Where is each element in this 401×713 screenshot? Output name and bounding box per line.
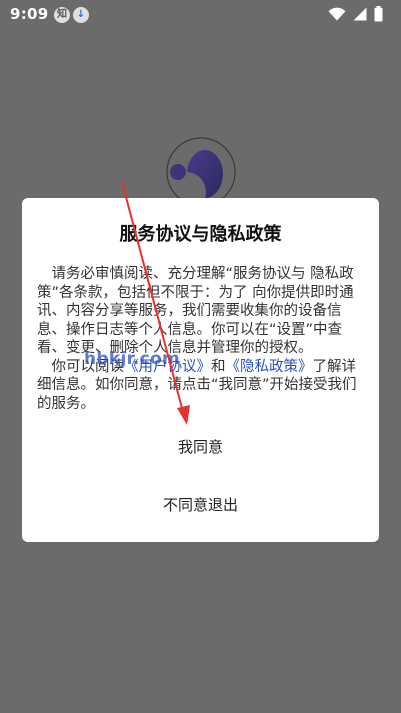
dialog-title: 服务协议与隐私政策 [119, 224, 282, 245]
para2-text-and: 和 [211, 358, 226, 375]
download-notification-icon: ↓ [73, 7, 89, 23]
cellular-signal-icon [353, 7, 367, 21]
disagree-exit-button[interactable]: 不同意退出 [22, 484, 379, 524]
wifi-icon [328, 7, 346, 21]
watermark-text: hbkjr.com [84, 349, 180, 369]
dialog-paragraph-1: 请务必审慎阅读、充分理解“服务协议与 隐私政策”各条款，包括但不限于：为了 向你… [37, 266, 354, 356]
dialog-body: 请务必审慎阅读、充分理解“服务协议与 隐私政策”各条款，包括但不限于：为了 向你… [37, 265, 367, 413]
system-icons [328, 6, 383, 22]
status-time: 9:09 [10, 5, 49, 23]
agree-button[interactable]: 我同意 [22, 426, 379, 466]
privacy-policy-link[interactable]: 《隐私政策》 [226, 359, 313, 375]
status-bar: 9:09 知 ↓ [0, 0, 401, 30]
privacy-dialog: 服务协议与隐私政策 请务必审慎阅读、充分理解“服务协议与 隐私政策”各条款，包括… [22, 198, 379, 542]
battery-icon [374, 6, 383, 22]
zhihu-notification-icon: 知 [54, 7, 70, 23]
